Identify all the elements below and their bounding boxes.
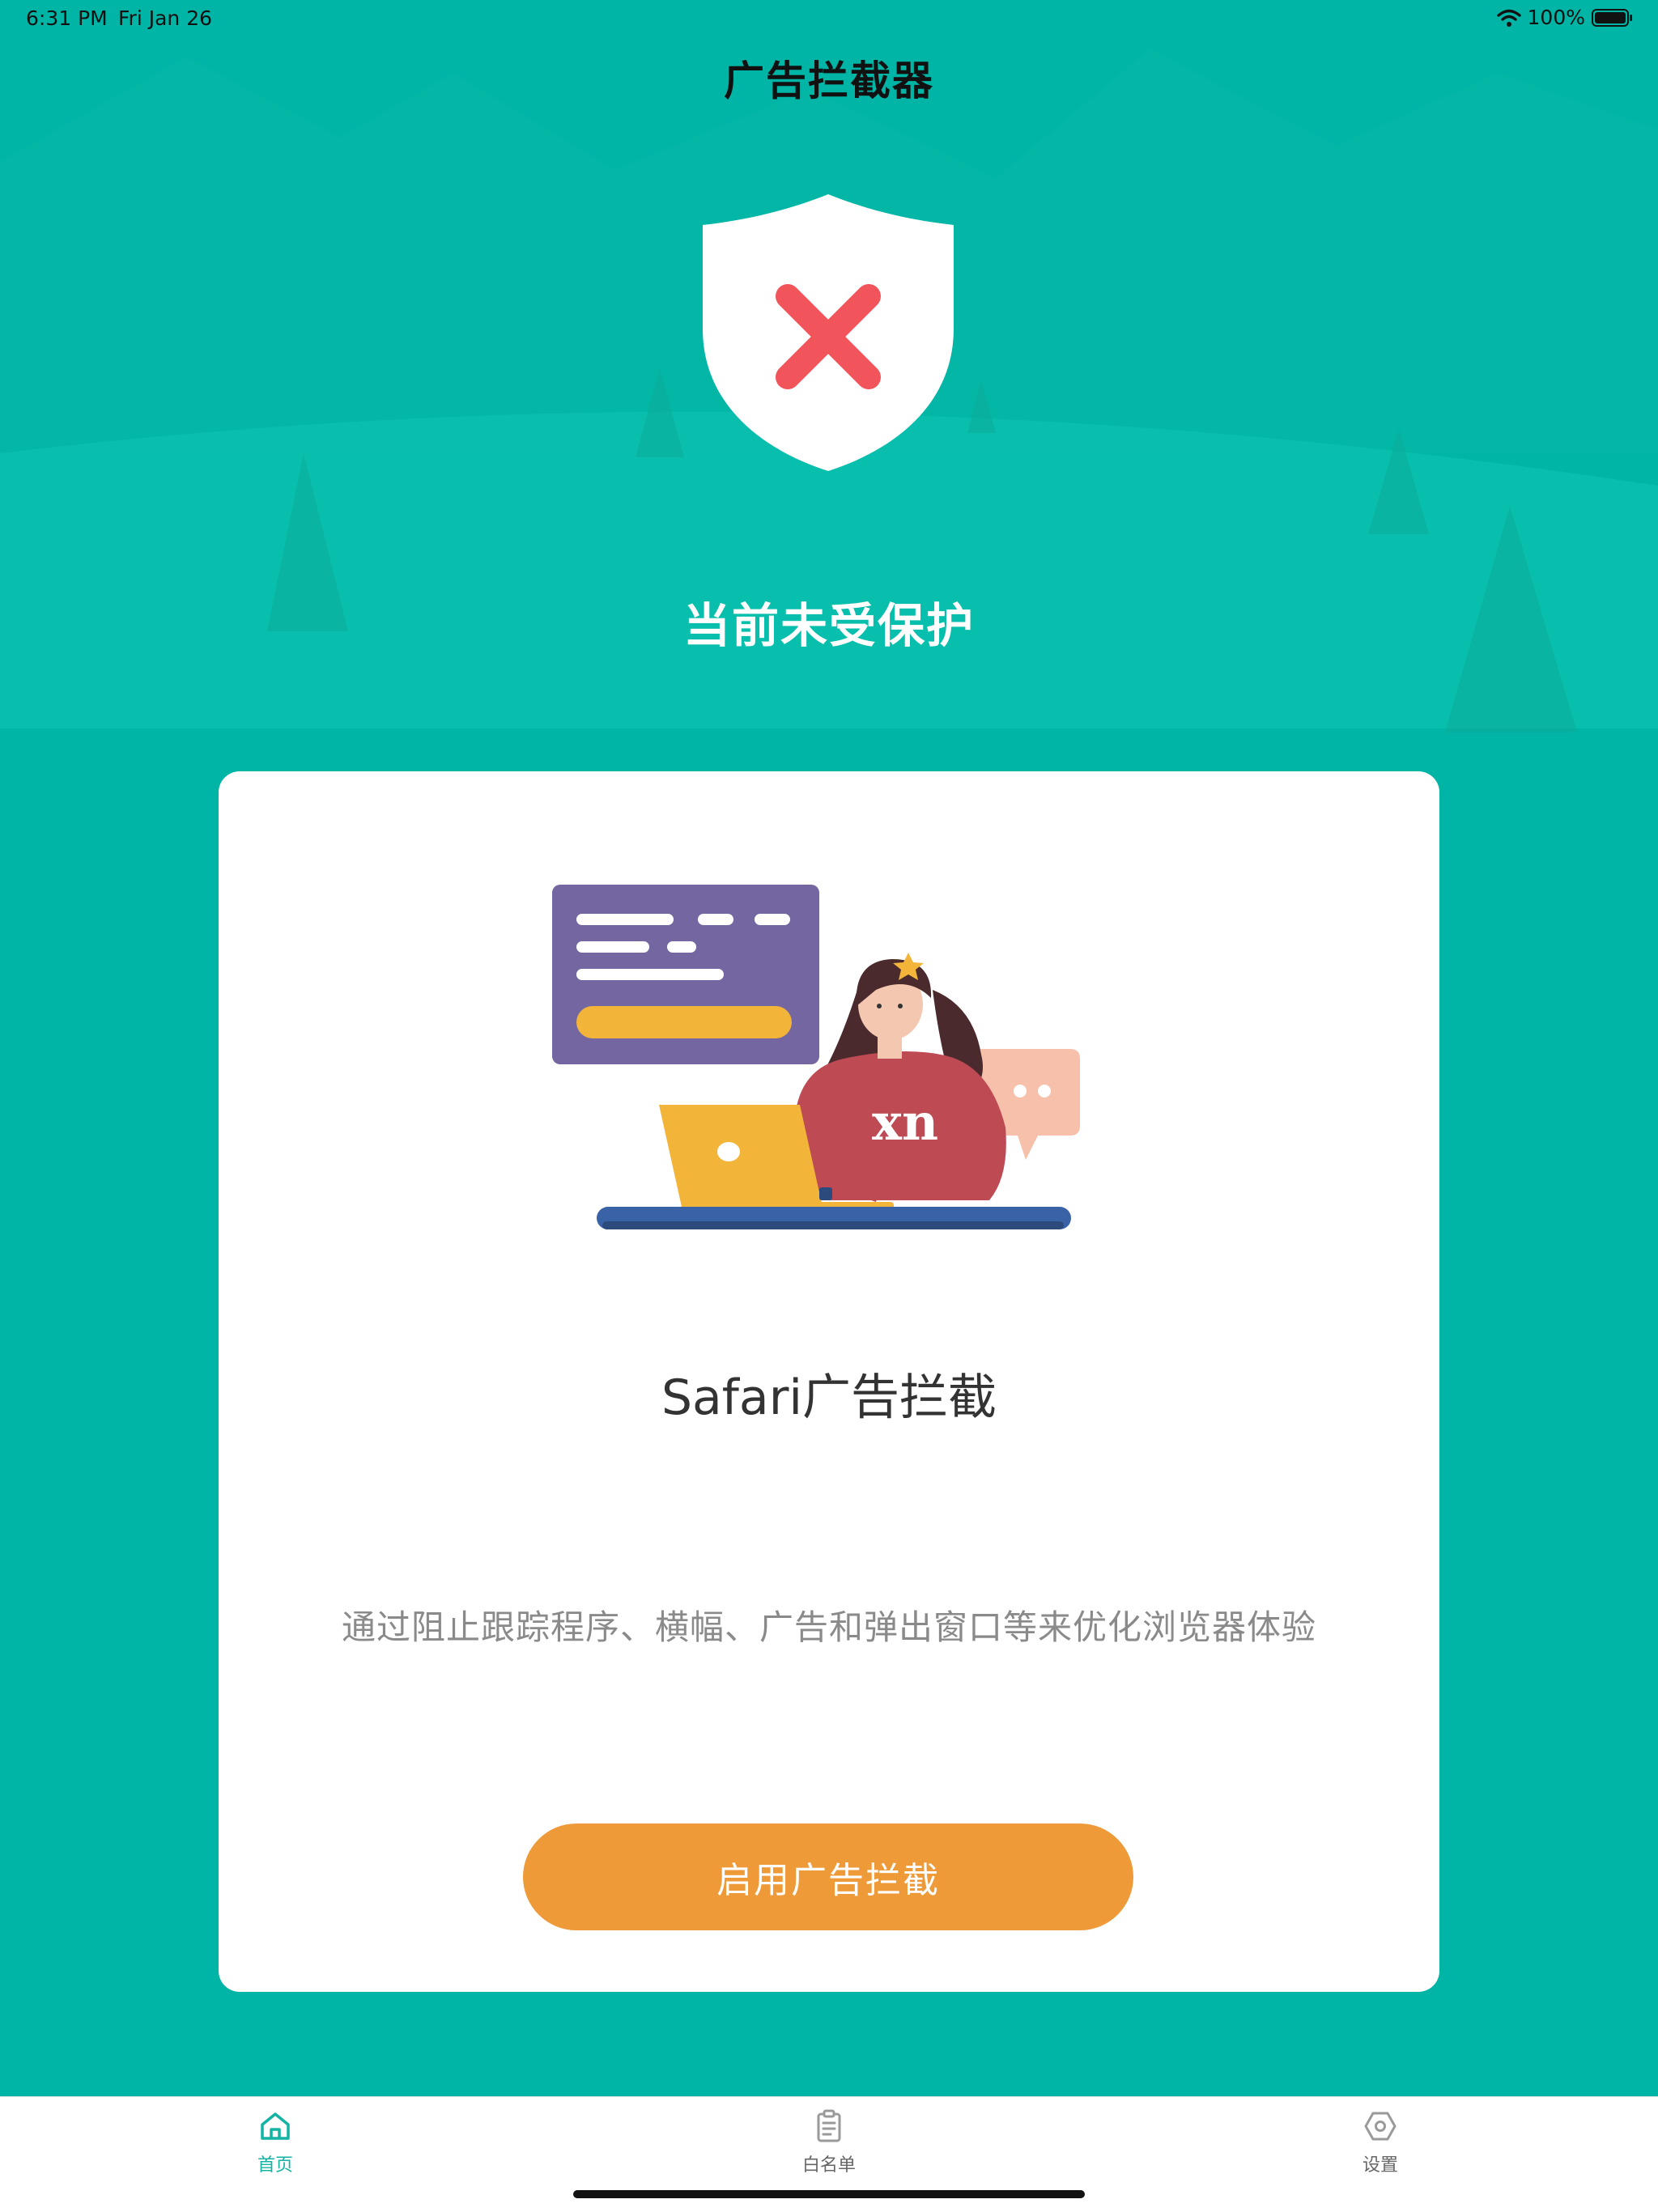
status-time: 6:31 PM [26,6,108,30]
adblock-card: xn Safari广告拦截 通过阻止跟踪程序、横幅、广告和弹出窗口等来优化浏览器… [219,771,1439,1992]
card-description: 通过阻止跟踪程序、横幅、广告和弹出窗口等来优化浏览器体验 [341,1607,1316,1647]
shield-x-icon [703,194,954,471]
protection-status: 当前未受保护 [682,598,975,653]
card-title: Safari广告拦截 [661,1369,997,1426]
clipboard-list-icon [817,2109,841,2142]
tab-home-label: 首页 [257,2155,293,2176]
tab-home[interactable]: 首页 [210,2108,340,2176]
tab-whitelist-label: 白名单 [801,2155,856,2176]
page-title: 广告拦截器 [724,57,934,104]
battery-percent: 100% [1527,6,1585,29]
status-bar: 6:31 PM Fri Jan 26 100% [0,0,1658,39]
shirt-text: xn [872,1093,938,1152]
home-icon [261,2112,290,2140]
enable-adblock-button[interactable]: 启用广告拦截 [523,1824,1133,1930]
status-indicators: 100% [1496,6,1634,29]
home-indicator[interactable] [573,2190,1085,2198]
status-date: Fri Jan 26 [118,6,213,30]
gear-hexagon-icon [1364,2112,1397,2141]
tab-settings-label: 设置 [1362,2155,1398,2176]
tab-whitelist[interactable]: 白名单 [764,2108,894,2176]
battery-icon [1592,8,1632,27]
person-laptop-illustration: xn [552,885,1080,1229]
tab-settings[interactable]: 设置 [1316,2108,1445,2176]
wifi-icon [1496,9,1521,27]
